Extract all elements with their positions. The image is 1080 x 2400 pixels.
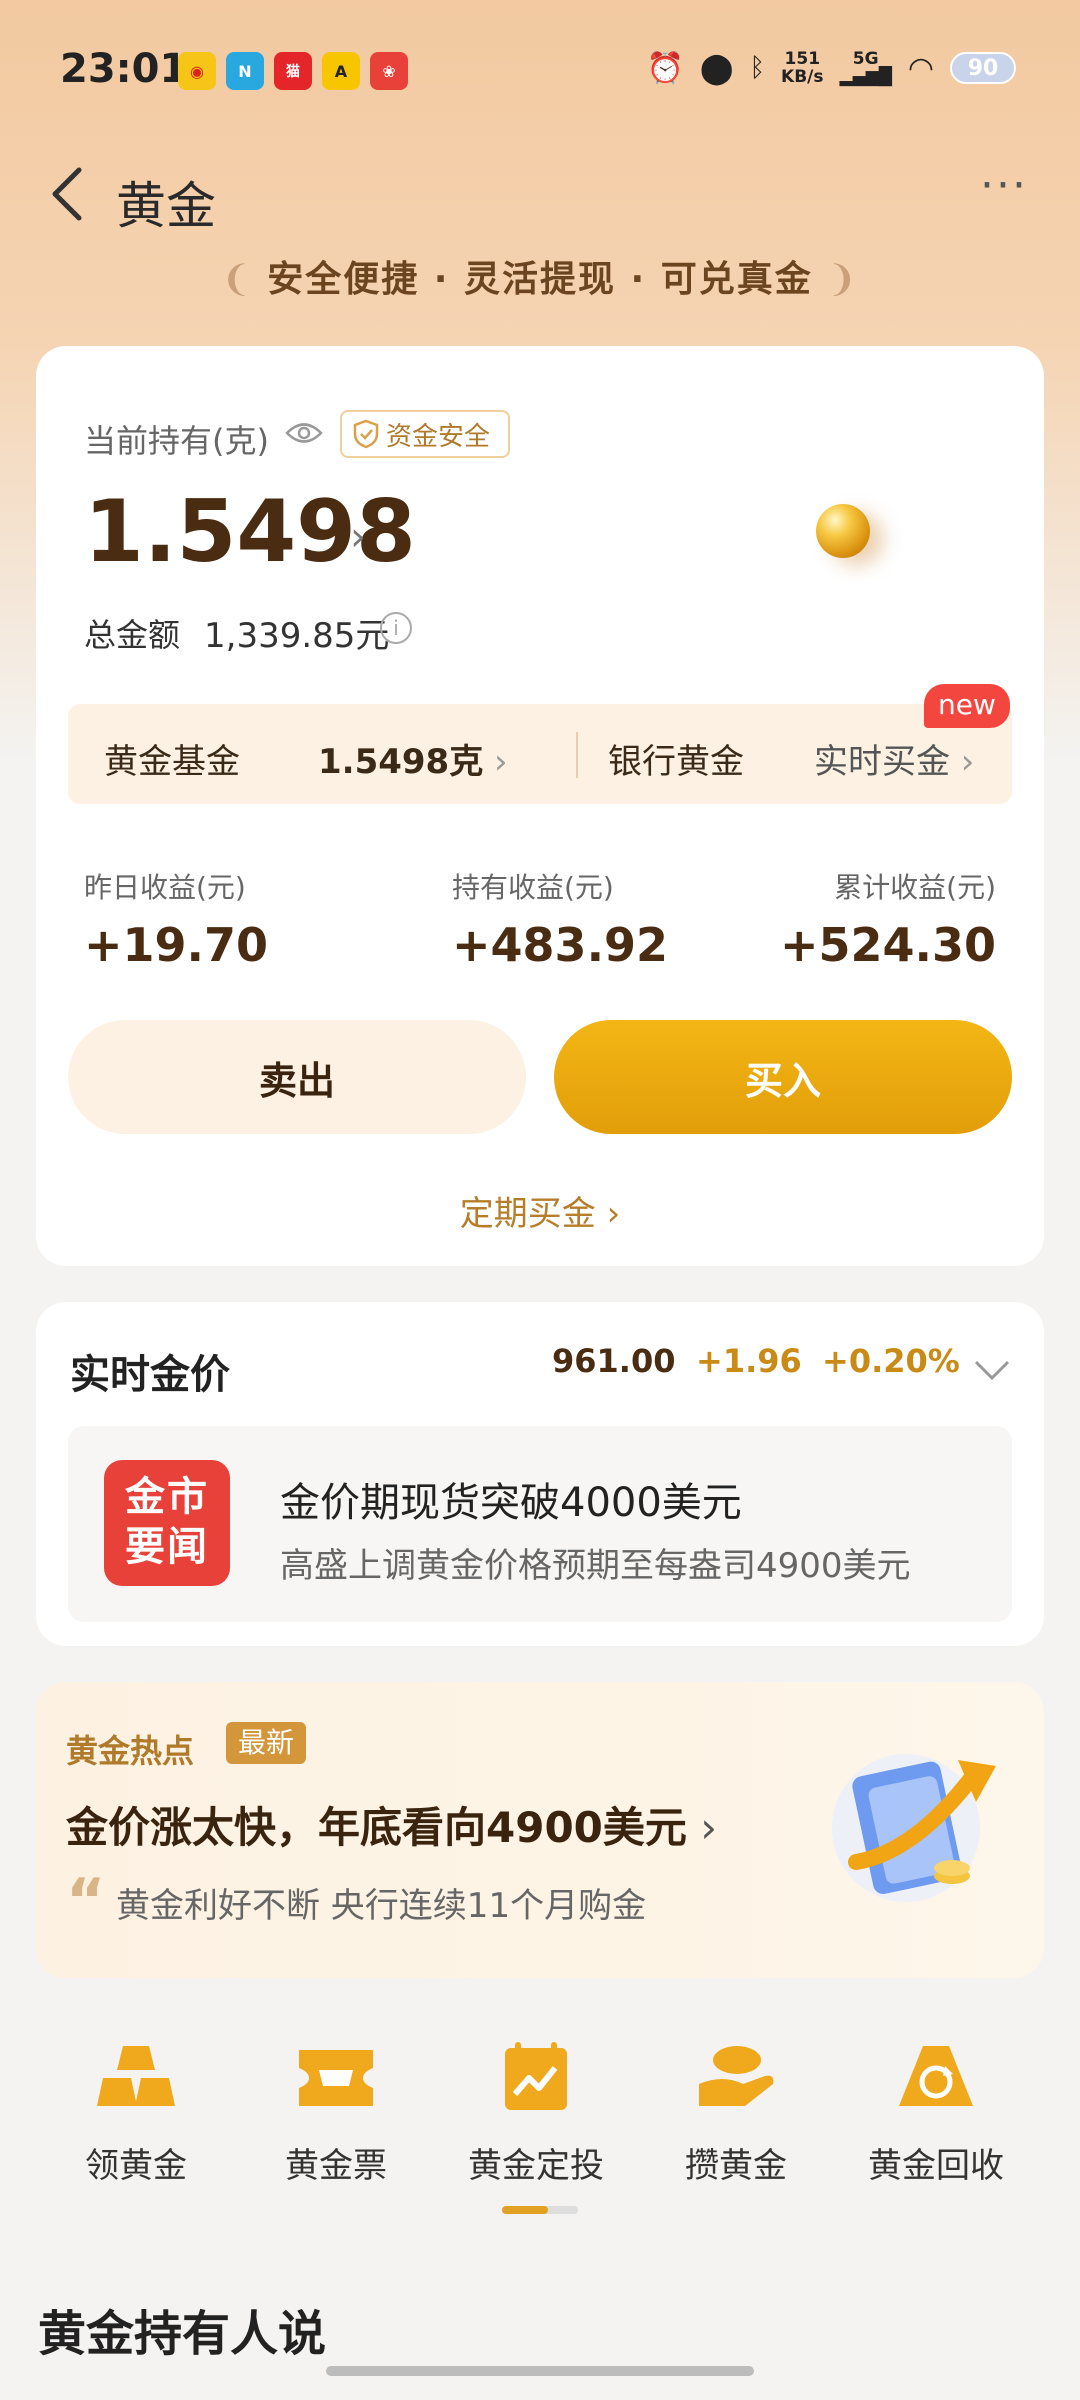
notification-icons: ◉ N 猫 A ❀	[178, 52, 408, 90]
alarm-icon: ⏰	[646, 50, 684, 86]
holding-profit: 持有收益(元) +483.92	[452, 871, 669, 972]
shortcut-gold-ticket[interactable]: 黄金票	[236, 2040, 436, 2187]
shortcut-save-gold[interactable]: 攒黄金	[636, 2040, 836, 2187]
status-indicators: ⏰ ⬤ ᛒ 151 KB/s 5G ▂▄▆█ ◠ 90	[646, 49, 1016, 87]
holding-label: 当前持有(克)	[84, 422, 269, 460]
gold-hotspot-card[interactable]: 黄金热点 最新 金价涨太快，年底看向4900美元 › “ 黄金利好不断 央行连续…	[36, 1682, 1044, 1978]
nfc-icon: N	[226, 52, 264, 90]
status-bar: 23:01 ◉ N 猫 A ❀ ⏰ ⬤ ᛒ 151 KB/s 5G ▂▄▆█ ◠…	[0, 0, 1080, 140]
rising-chart-illustration-icon	[832, 1754, 996, 1902]
gold-fund-value[interactable]: 1.5498克 ›	[318, 734, 508, 783]
shortcut-claim-gold[interactable]: 领黄金	[36, 2040, 236, 2187]
home-indicator[interactable]	[326, 2366, 754, 2376]
holding-card: 当前持有(克) 资金安全 1.5498 › 总金额 1,339.85元 i 黄金…	[36, 346, 1044, 1266]
battery-indicator: 90	[950, 52, 1016, 84]
recycle-gold-icon	[899, 2046, 973, 2106]
info-icon[interactable]: i	[380, 612, 412, 644]
bluetooth-icon: ᛒ	[749, 53, 766, 83]
navigation-bar: 黄金 ···	[0, 150, 1080, 240]
yesterday-profit: 昨日收益(元) +19.70	[84, 871, 269, 972]
news-item[interactable]: 金市 要闻 金价期现货突破4000美元 高盛上调黄金价格预期至每盎司4900美元	[68, 1426, 1012, 1622]
news-subtitle: 高盛上调黄金价格预期至每盎司4900美元	[280, 1546, 911, 1586]
chevron-right-icon[interactable]: ›	[350, 514, 366, 560]
chevron-down-icon[interactable]	[972, 1358, 1012, 1382]
app-a-icon: A	[322, 52, 360, 90]
divider	[576, 732, 578, 778]
tagline: ❨ 安全便捷 · 灵活提现 · 可兑真金 ❩	[221, 259, 859, 300]
back-button[interactable]	[36, 164, 96, 224]
quote-icon: “	[66, 1866, 106, 1936]
holding-breakdown-bar: 黄金基金 1.5498克 › 银行黄金 实时买金 ›	[68, 704, 1012, 804]
new-badge: new	[924, 684, 1010, 728]
shortcut-gold-recycle[interactable]: 黄金回收	[836, 2040, 1036, 2187]
tmall-icon: 猫	[274, 52, 312, 90]
gold-market-news-logo: 金市 要闻	[104, 1460, 230, 1586]
bank-gold-label[interactable]: 银行黄金	[608, 734, 744, 783]
eye-icon[interactable]	[284, 418, 324, 448]
fund-safety-badge[interactable]: 资金安全	[340, 410, 511, 458]
gold-ball-icon	[816, 504, 870, 558]
laurel-right-icon: ❩	[826, 259, 859, 300]
sell-button[interactable]: 卖出	[68, 1020, 526, 1134]
gold-ticket-icon	[299, 2050, 373, 2106]
page-indicator	[502, 2206, 578, 2214]
gold-price-value: 961.00	[552, 1342, 676, 1380]
hotspot-subtitle: 黄金利好不断 央行连续11个月购金	[116, 1886, 647, 1926]
price-change-percent: +0.20%	[822, 1342, 960, 1380]
gold-bars-icon	[97, 2046, 175, 2106]
signal-indicator: 5G ▂▄▆█	[839, 49, 892, 87]
weibo-icon: ◉	[178, 52, 216, 90]
cumulative-profit: 累计收益(元) +524.30	[779, 871, 996, 972]
price-change: +1.96	[696, 1342, 802, 1380]
wifi-icon: ◠	[907, 50, 934, 86]
holding-amount[interactable]: 1.5498	[84, 482, 416, 582]
total-value: 1,339.85元	[204, 616, 390, 656]
regular-buy-link[interactable]: 定期买金 ›	[36, 1186, 1044, 1235]
latest-badge: 最新	[226, 1722, 307, 1764]
total-label: 总金额	[84, 616, 181, 654]
buy-button[interactable]: 买入	[554, 1020, 1012, 1134]
price-title: 实时金价	[70, 1352, 230, 1398]
page-title: 黄金	[116, 177, 216, 235]
laurel-left-icon: ❨	[221, 259, 254, 300]
status-time: 23:01	[60, 46, 188, 92]
network-speed: 151 KB/s	[781, 49, 824, 87]
shortcut-gold-investment-plan[interactable]: 黄金定投	[436, 2040, 636, 2187]
realtime-buy-link[interactable]: 实时买金 ›	[814, 734, 974, 783]
back-arrow-icon	[52, 167, 82, 221]
shortcut-row: 领黄金 黄金票 黄金定投 攒黄金 黄金回收	[0, 2040, 1080, 2200]
app-heart-icon: ❀	[370, 52, 408, 90]
gold-fund-label[interactable]: 黄金基金	[104, 734, 240, 783]
section-title: 黄金持有人说	[38, 2306, 327, 2362]
hotspot-headline[interactable]: 金价涨太快，年底看向4900美元 ›	[66, 1794, 717, 1855]
hand-gold-icon	[699, 2046, 774, 2106]
realtime-price-card: 实时金价 961.00 +1.96 +0.20% 金市 要闻 金价期现货突破40…	[36, 1302, 1044, 1646]
calendar-chart-icon	[505, 2042, 567, 2110]
location-icon: ⬤	[699, 50, 734, 86]
more-options-button[interactable]: ···	[974, 164, 1034, 226]
news-title: 金价期现货突破4000美元	[280, 1480, 742, 1526]
shield-icon	[353, 419, 379, 449]
hotspot-title: 黄金热点	[66, 1732, 195, 1770]
